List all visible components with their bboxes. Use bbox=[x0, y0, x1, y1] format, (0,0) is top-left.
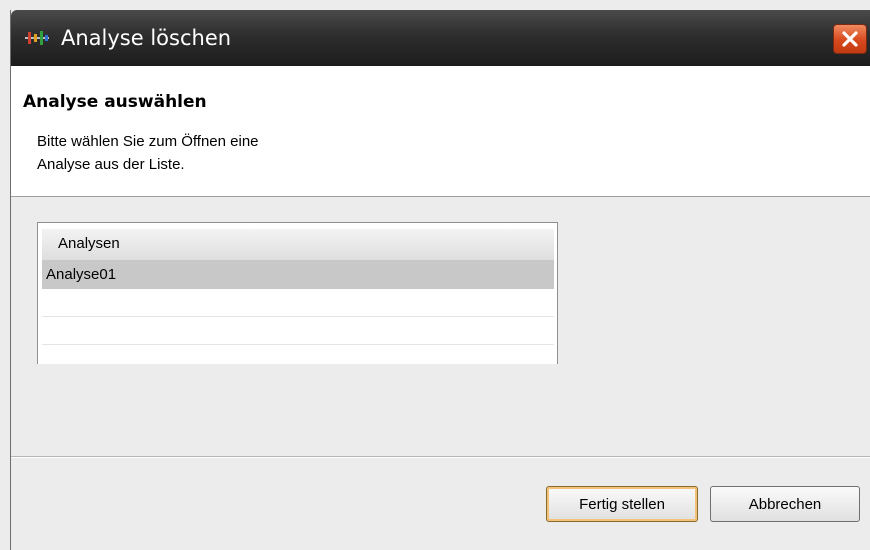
analysis-list[interactable]: Analysen Analyse01 bbox=[37, 222, 558, 364]
list-item[interactable] bbox=[42, 289, 554, 317]
finish-button[interactable]: Fertig stellen bbox=[546, 486, 698, 522]
column-header-label: Analysen bbox=[58, 235, 120, 252]
close-icon bbox=[842, 31, 858, 47]
header-pane: Analyse auswählen Bitte wählen Sie zum Ö… bbox=[11, 66, 870, 197]
description-line: Bitte wählen Sie zum Öffnen eine bbox=[37, 133, 259, 150]
footer-divider bbox=[11, 456, 870, 458]
list-item[interactable] bbox=[42, 317, 554, 345]
description-line: Analyse aus der Liste. bbox=[37, 156, 185, 173]
close-button[interactable] bbox=[833, 24, 867, 54]
list-item[interactable]: Analyse01 bbox=[42, 261, 554, 289]
cancel-button[interactable]: Abbrechen bbox=[710, 486, 860, 522]
list-item-label: Analyse01 bbox=[46, 266, 117, 283]
page-title: Analyse auswählen bbox=[23, 92, 207, 112]
title-bar[interactable]: Analyse löschen bbox=[11, 10, 870, 66]
description-text: Bitte wählen Sie zum Öffnen eine Analyse… bbox=[37, 130, 437, 176]
dialog-window: Analyse löschen Analyse auswählen Bitte … bbox=[10, 10, 870, 550]
list-item[interactable] bbox=[42, 345, 554, 364]
app-icon bbox=[25, 31, 49, 45]
window-title: Analyse löschen bbox=[61, 26, 232, 50]
column-header-analysen[interactable]: Analysen bbox=[42, 229, 554, 261]
